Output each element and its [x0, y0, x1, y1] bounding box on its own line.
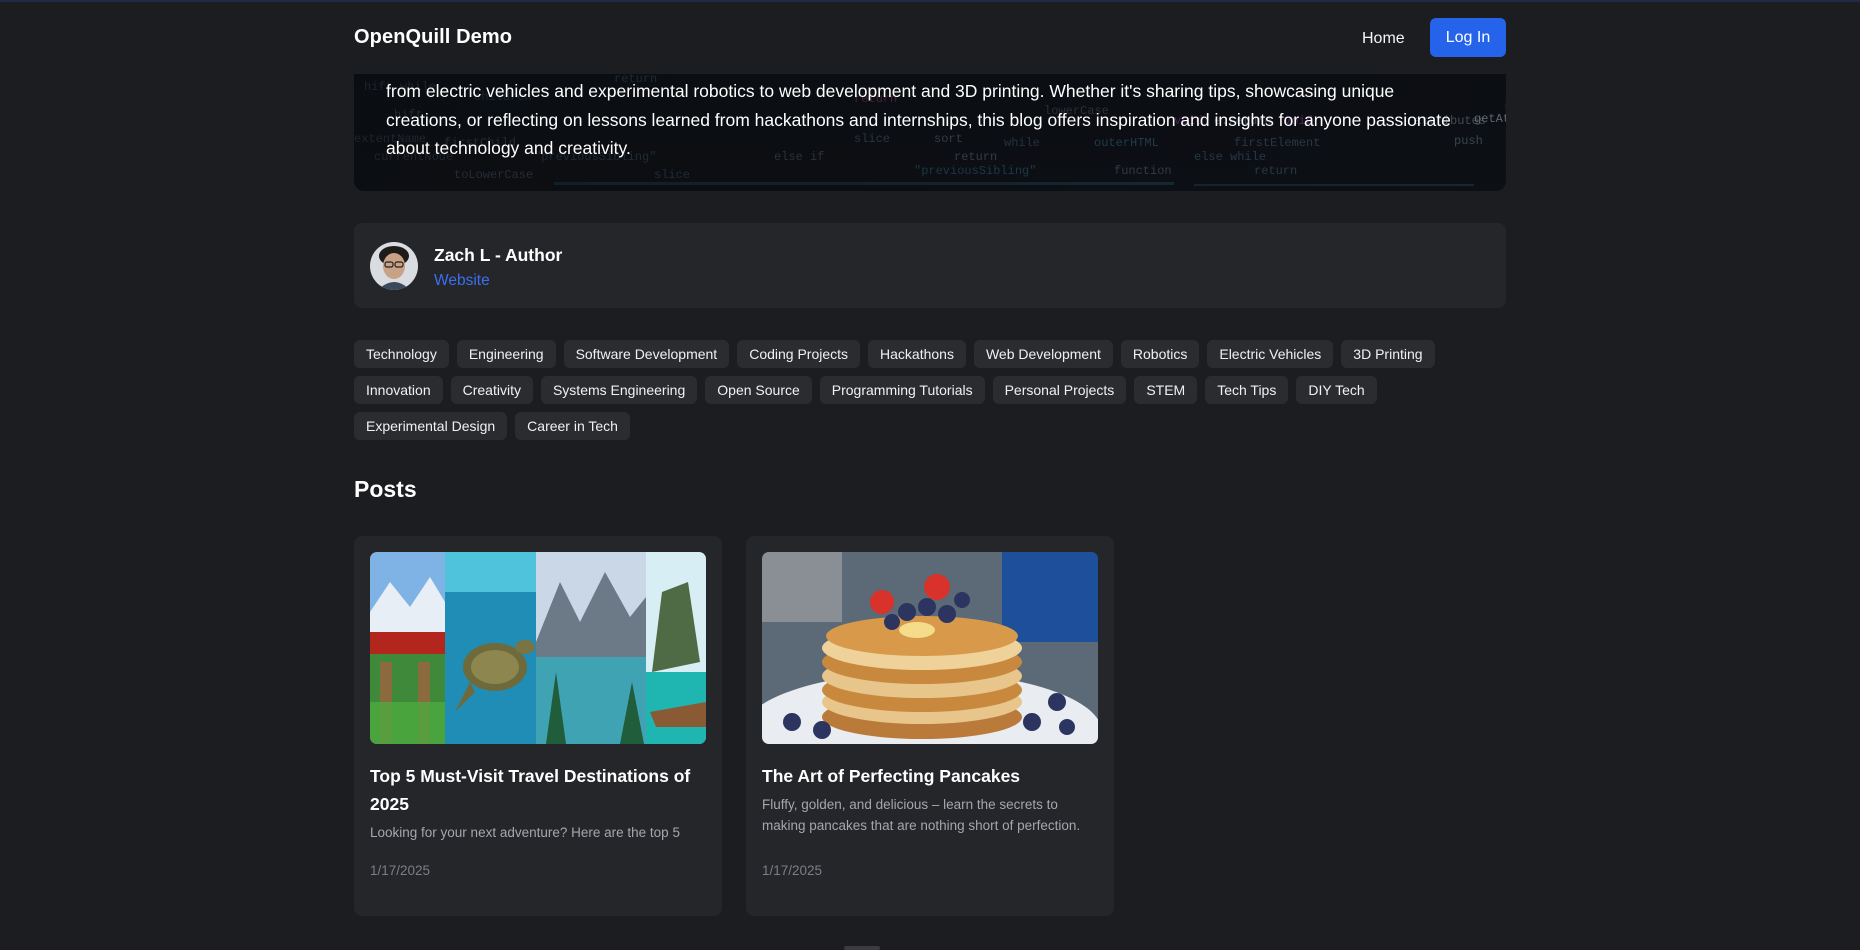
tag-chip[interactable]: Open Source — [705, 376, 812, 404]
top-navbar: OpenQuill Demo Home Log In — [0, 2, 1860, 74]
post-title[interactable]: Top 5 Must-Visit Travel Destinations of … — [370, 762, 706, 818]
scroll-indicator — [844, 946, 880, 950]
login-button[interactable]: Log In — [1430, 18, 1506, 57]
tag-chip[interactable]: Programming Tutorials — [819, 376, 985, 404]
tag-chip[interactable]: Web Development — [973, 340, 1113, 368]
post-date: 1/17/2025 — [762, 863, 823, 878]
post-title[interactable]: The Art of Perfecting Pancakes — [762, 762, 1098, 790]
tag-chip[interactable]: Coding Projects — [737, 340, 861, 368]
author-name: Zach L - Author — [434, 245, 563, 265]
tag-chip[interactable]: Tech Tips — [1205, 376, 1289, 404]
post-date: 1/17/2025 — [370, 863, 431, 878]
avatar — [370, 242, 418, 290]
blog-description: from electric vehicles and experimental … — [386, 81, 1451, 158]
post-excerpt: Fluffy, golden, and delicious – learn th… — [762, 797, 1081, 833]
nav-home-link[interactable]: Home — [1362, 30, 1405, 48]
site-brand[interactable]: OpenQuill Demo — [354, 26, 512, 49]
author-website-link[interactable]: Website — [434, 272, 490, 290]
post-excerpt: Looking for your next adventure? Here ar… — [370, 825, 680, 840]
tag-chip[interactable]: Hackathons — [868, 340, 966, 368]
tag-chip[interactable]: Technology — [354, 340, 449, 368]
tag-chip[interactable]: Creativity — [450, 376, 533, 404]
tag-chip[interactable]: Experimental Design — [354, 412, 508, 440]
tag-chip[interactable]: Career in Tech — [515, 412, 630, 440]
post-card[interactable]: Top 5 Must-Visit Travel Destinations of … — [354, 536, 722, 916]
tag-chip[interactable]: Systems Engineering — [540, 376, 698, 404]
tag-chip[interactable]: Engineering — [456, 340, 556, 368]
tag-chip[interactable]: DIY Tech — [1296, 376, 1377, 404]
pancake-stack-image — [762, 552, 1098, 744]
tag-chip[interactable]: 3D Printing — [1341, 340, 1435, 368]
tag-chip[interactable]: Software Development — [563, 340, 730, 368]
author-card: Zach L - Author Website — [354, 223, 1506, 308]
posts-heading: Posts — [354, 476, 417, 502]
tag-chip[interactable]: Electric Vehicles — [1207, 340, 1334, 368]
tag-chip[interactable]: Personal Projects — [992, 376, 1127, 404]
tag-chip[interactable]: Innovation — [354, 376, 443, 404]
tag-list: Technology Engineering Software Developm… — [354, 340, 1506, 440]
tag-chip[interactable]: Robotics — [1120, 340, 1200, 368]
tag-chip[interactable]: STEM — [1134, 376, 1198, 404]
travel-collage-image — [370, 552, 706, 744]
post-card[interactable]: The Art of Perfecting Pancakes Fluffy, g… — [746, 536, 1114, 916]
